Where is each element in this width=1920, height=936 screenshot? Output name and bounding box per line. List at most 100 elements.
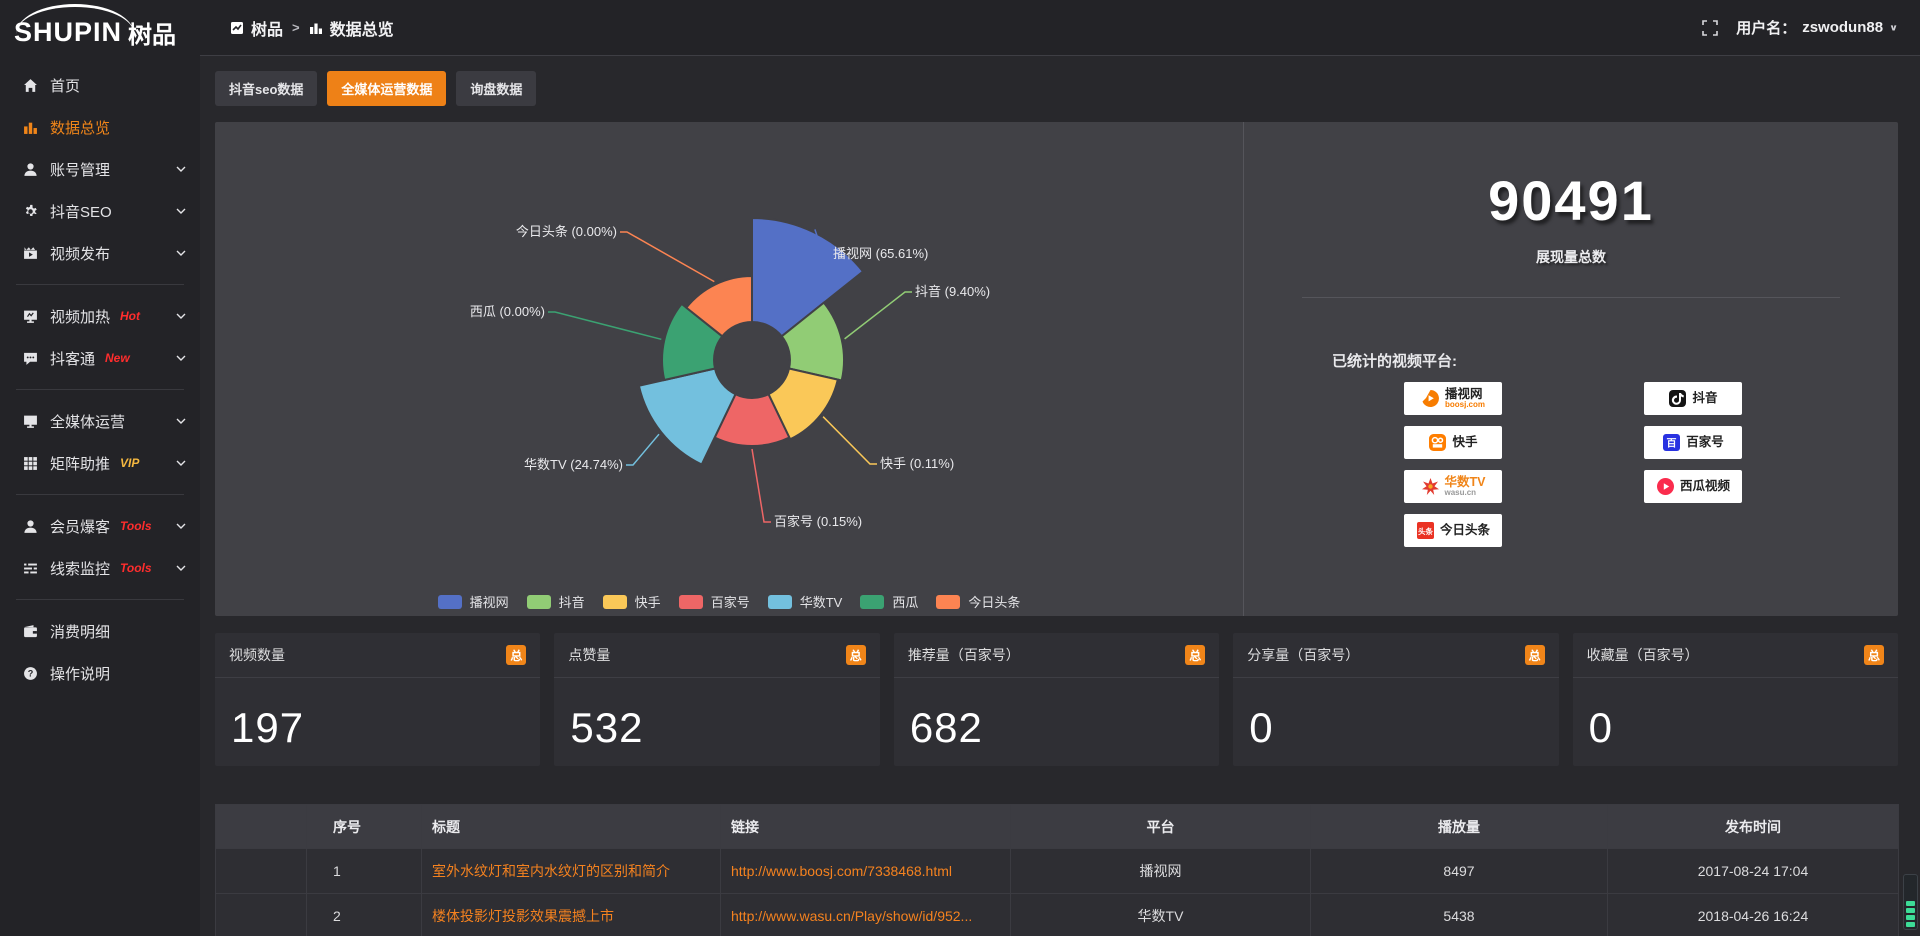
- logo[interactable]: SHUPIN 树品: [0, 0, 200, 56]
- pie-label: 华数TV (24.74%): [524, 457, 623, 472]
- cell-plays: 5438: [1311, 894, 1608, 936]
- tab-bar: 抖音seo数据全媒体运营数据询盘数据: [215, 71, 1898, 106]
- row-select-cell: [216, 849, 307, 894]
- chevron-down-icon: [176, 355, 186, 361]
- sidebar-item-matrix-boost[interactable]: 矩阵助推VIP: [0, 442, 200, 484]
- sidebar-item-media-operation[interactable]: 全媒体运营: [0, 400, 200, 442]
- cell-platform: 华数TV: [1011, 894, 1311, 936]
- stat-card-2: 推荐量（百家号）总682: [894, 633, 1219, 766]
- stat-card-header: 分享量（百家号） 总: [1233, 633, 1558, 678]
- total-badge[interactable]: 总: [846, 645, 866, 665]
- platform-badge-boosj[interactable]: 播视网boosj.com: [1404, 382, 1502, 415]
- row-select-cell: [216, 894, 307, 936]
- svg-text:?: ?: [27, 668, 33, 678]
- stat-card-header: 收藏量（百家号） 总: [1573, 633, 1898, 678]
- legend-label: 百家号: [711, 592, 750, 611]
- platform-badge-douyin[interactable]: 抖音: [1644, 382, 1742, 415]
- sidebar-item-data-overview[interactable]: 数据总览: [0, 106, 200, 148]
- grid-icon: [22, 455, 38, 471]
- sidebar-item-label: 视频发布: [50, 243, 110, 264]
- cell-index: 1: [307, 849, 422, 894]
- platform-column-left: 播视网boosj.com 快手华数TVwasu.cn 头条今日头条: [1404, 382, 1502, 547]
- stat-card-value: 0: [1249, 704, 1273, 752]
- sidebar-item-account-manage[interactable]: 账号管理: [0, 148, 200, 190]
- sidebar-item-home[interactable]: 首页: [0, 64, 200, 106]
- floating-widget[interactable]: [1903, 874, 1918, 930]
- fullscreen-icon[interactable]: [1702, 20, 1718, 36]
- member-icon: [22, 518, 38, 534]
- column-header[interactable]: 发布时间: [1608, 805, 1899, 849]
- legend-label: 快手: [635, 592, 661, 611]
- platform-badge-baijiahao[interactable]: 百百家号: [1644, 426, 1742, 459]
- cell-title-link[interactable]: 室外水纹灯和室内水纹灯的区别和简介: [422, 849, 721, 894]
- sidebar-item-member-baoke[interactable]: 会员爆客Tools: [0, 505, 200, 547]
- stat-card-value: 532: [570, 704, 643, 752]
- total-badge[interactable]: 总: [1185, 645, 1205, 665]
- platform-badge-xigua[interactable]: 西瓜视频: [1644, 470, 1742, 503]
- stat-card-label: 分享量（百家号）: [1247, 645, 1359, 665]
- total-badge[interactable]: 总: [1864, 645, 1884, 665]
- sidebar-item-label: 矩阵助推: [50, 453, 110, 474]
- platform-badge-kuaishou[interactable]: 快手: [1404, 426, 1502, 459]
- sidebar-item-label: 数据总览: [50, 117, 110, 138]
- logo-suffix: 树品: [128, 15, 176, 50]
- user-menu[interactable]: 用户名：zswodun88 ∨: [1736, 17, 1898, 38]
- stat-card-label: 收藏量（百家号）: [1587, 645, 1699, 665]
- tab-1[interactable]: 全媒体运营数据: [327, 71, 446, 106]
- legend-item[interactable]: 百家号: [679, 592, 750, 611]
- stat-card-value: 197: [231, 704, 304, 752]
- legend-item[interactable]: 快手: [603, 592, 661, 611]
- total-impressions-value: 90491: [1244, 168, 1898, 233]
- sidebar-item-label: 账号管理: [50, 159, 110, 180]
- bar-chart-icon: [22, 119, 38, 135]
- breadcrumb-root[interactable]: 树品: [251, 16, 283, 40]
- sidebar-item-instructions[interactable]: ? 操作说明: [0, 652, 200, 694]
- sidebar-item-douyin-seo[interactable]: 抖音SEO: [0, 190, 200, 232]
- platform-badge-wasu[interactable]: 华数TVwasu.cn: [1404, 470, 1502, 503]
- cell-url-link[interactable]: http://www.boosj.com/7338468.html: [721, 849, 1011, 894]
- legend-label: 播视网: [470, 592, 509, 611]
- total-badge[interactable]: 总: [1525, 645, 1545, 665]
- stat-card-1: 点赞量总532: [554, 633, 879, 766]
- topbar: 树品 > 数据总览 用户名：zswodun88 ∨: [200, 0, 1920, 56]
- legend-item[interactable]: 抖音: [527, 592, 585, 611]
- column-header[interactable]: 标题: [422, 805, 721, 849]
- legend-item[interactable]: 华数TV: [768, 592, 843, 611]
- column-header[interactable]: 序号: [307, 805, 422, 849]
- sidebar-item-video-publish[interactable]: 视频发布: [0, 232, 200, 274]
- legend-item[interactable]: 今日头条: [936, 592, 1020, 611]
- pie-slice-4[interactable]: [639, 369, 736, 465]
- pie-label: 今日头条 (0.00%): [516, 224, 617, 239]
- column-header[interactable]: 链接: [721, 805, 1011, 849]
- platform-badge-toutiao[interactable]: 头条今日头条: [1404, 514, 1502, 547]
- cell-url-link[interactable]: http://www.wasu.cn/Play/show/id/952...: [721, 894, 1011, 936]
- sidebar-item-douketong[interactable]: 抖客通New: [0, 337, 200, 379]
- legend-item[interactable]: 西瓜: [860, 592, 918, 611]
- stat-card-value: 682: [910, 704, 983, 752]
- total-badge[interactable]: 总: [506, 645, 526, 665]
- tab-0[interactable]: 抖音seo数据: [215, 71, 317, 106]
- platform-column-right: 抖音百百家号西瓜视频: [1644, 382, 1742, 503]
- sidebar-item-consumption[interactable]: 消费明细: [0, 610, 200, 652]
- table-row: 2楼体投影灯投影效果震撼上市http://www.wasu.cn/Play/sh…: [216, 894, 1899, 936]
- sidebar-item-clue-monitor[interactable]: 线索监控Tools: [0, 547, 200, 589]
- legend-marker: [527, 595, 551, 609]
- breadcrumb-current[interactable]: 数据总览: [330, 16, 394, 40]
- rose-pie-chart: 播视网 (65.61%)抖音 (9.40%)快手 (0.11%)百家号 (0.1…: [215, 122, 1243, 616]
- column-header[interactable]: 播放量: [1311, 805, 1608, 849]
- legend-label: 今日头条: [968, 592, 1020, 611]
- baijiahao-logo: 百: [1662, 433, 1681, 452]
- sidebar-item-video-heat[interactable]: 视频加热Hot: [0, 295, 200, 337]
- sidebar-item-label: 操作说明: [50, 663, 110, 684]
- chart-panel: 播视网 (65.61%)抖音 (9.40%)快手 (0.11%)百家号 (0.1…: [215, 122, 1898, 616]
- user-icon: [22, 161, 38, 177]
- stat-card-4: 收藏量（百家号）总0: [1573, 633, 1898, 766]
- legend-label: 华数TV: [800, 592, 843, 611]
- legend-marker: [936, 595, 960, 609]
- column-header[interactable]: 平台: [1011, 805, 1311, 849]
- chat-icon: [22, 350, 38, 366]
- tab-2[interactable]: 询盘数据: [456, 71, 536, 106]
- chevron-down-icon: [176, 418, 186, 424]
- legend-item[interactable]: 播视网: [438, 592, 509, 611]
- cell-title-link[interactable]: 楼体投影灯投影效果震撼上市: [422, 894, 721, 936]
